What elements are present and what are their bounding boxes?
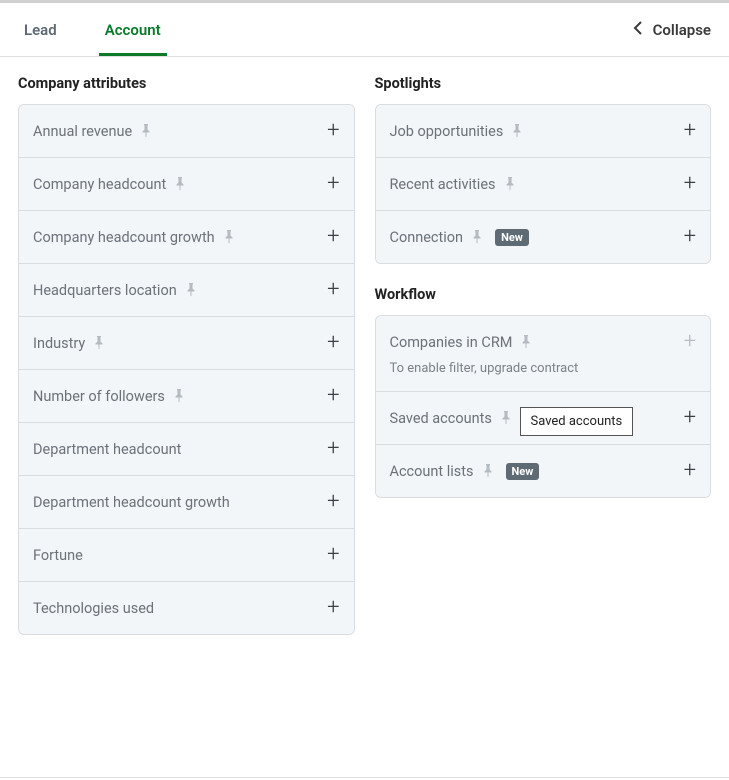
filter-label: Department headcount <box>33 441 181 458</box>
filter-label: Number of followers <box>33 388 165 405</box>
filter-label: Saved accounts <box>390 410 492 427</box>
header: Lead Account Collapse <box>0 3 729 57</box>
pin-icon <box>504 177 516 191</box>
filter-row[interactable]: Job opportunities + <box>376 105 711 158</box>
plus-icon[interactable]: + <box>327 491 339 513</box>
left-column: Company attributes Annual revenue+Compan… <box>18 75 355 635</box>
filter-label: Department headcount growth <box>33 494 230 511</box>
plus-icon: + <box>684 331 696 353</box>
pin-icon <box>520 335 532 349</box>
filter-label: Technologies used <box>33 600 154 617</box>
plus-icon[interactable]: + <box>327 597 339 619</box>
filter-row-left: Department headcount growth <box>33 494 230 511</box>
filter-row[interactable]: Number of followers + <box>19 370 354 423</box>
filter-row[interactable]: Recent activities + <box>376 158 711 211</box>
filter-row[interactable]: Companies in CRM + To enable filter, upgra… <box>376 316 711 392</box>
filter-row-left: Technologies used <box>33 600 154 617</box>
filter-row-left: Company headcount <box>33 176 186 193</box>
pin-icon <box>223 230 235 244</box>
plus-icon[interactable]: + <box>684 407 696 429</box>
filter-label: Account lists <box>390 463 474 480</box>
pin-icon <box>93 336 105 350</box>
pin-icon <box>173 389 185 403</box>
group-company-attributes: Annual revenue+Company headcount+Company… <box>18 104 355 635</box>
collapse-label: Collapse <box>653 21 711 39</box>
new-badge: New <box>495 229 529 246</box>
pin-icon <box>500 411 512 425</box>
pin-icon <box>140 124 152 138</box>
plus-icon[interactable]: + <box>684 120 696 142</box>
section-title-spotlights: Spotlights <box>375 75 712 92</box>
filter-label: Company headcount growth <box>33 229 215 246</box>
pin-icon <box>185 283 197 297</box>
plus-icon[interactable]: + <box>327 173 339 195</box>
filter-row[interactable]: Fortune + <box>19 529 354 582</box>
group-workflow: Companies in CRM + To enable filter, upgra… <box>375 315 712 498</box>
tabs: Lead Account <box>18 3 167 56</box>
filter-row[interactable]: Technologies used + <box>19 582 354 634</box>
filter-label: Companies in CRM <box>390 334 513 351</box>
filter-row-left: Annual revenue <box>33 123 152 140</box>
filter-row-left: Connection New <box>390 229 529 246</box>
chevron-left-icon <box>633 21 643 39</box>
filter-label: Company headcount <box>33 176 166 193</box>
collapse-button[interactable]: Collapse <box>633 3 711 53</box>
filter-row[interactable]: Saved accountsSaved accounts+ <box>376 392 711 445</box>
pin-icon <box>174 177 186 191</box>
filter-label: Connection <box>390 229 464 246</box>
filter-row-left: Headquarters location <box>33 282 197 299</box>
tab-lead[interactable]: Lead <box>18 3 63 56</box>
content: Company attributes Annual revenue+Compan… <box>0 57 729 635</box>
filter-label: Headquarters location <box>33 282 177 299</box>
filter-label: Annual revenue <box>33 123 132 140</box>
filter-label: Fortune <box>33 547 83 564</box>
filter-row-left: Company headcount growth <box>33 229 235 246</box>
filter-row[interactable]: Connection New + <box>376 211 711 263</box>
pin-icon <box>511 124 523 138</box>
filter-row-left: Recent activities <box>390 176 516 193</box>
filter-row[interactable]: Account lists New + <box>376 445 711 497</box>
filter-label: Job opportunities <box>390 123 504 140</box>
filter-row-left: Companies in CRM <box>390 334 533 351</box>
filter-label: Industry <box>33 335 85 352</box>
filter-row-left: Number of followers <box>33 388 185 405</box>
plus-icon[interactable]: + <box>327 385 339 407</box>
group-spotlights: Job opportunities+Recent activities+Conn… <box>375 104 712 264</box>
filter-row-left: Industry <box>33 335 105 352</box>
footer-divider <box>0 777 729 778</box>
filter-row[interactable]: Company headcount + <box>19 158 354 211</box>
plus-icon[interactable]: + <box>684 460 696 482</box>
section-title-workflow: Workflow <box>375 286 712 303</box>
tooltip: Saved accounts <box>520 407 634 436</box>
filter-row[interactable]: Industry + <box>19 317 354 370</box>
plus-icon[interactable]: + <box>327 120 339 142</box>
filter-label: Recent activities <box>390 176 496 193</box>
filter-row-left: Job opportunities <box>390 123 524 140</box>
new-badge: New <box>506 463 540 480</box>
filter-row[interactable]: Headquarters location + <box>19 264 354 317</box>
section-title-company-attributes: Company attributes <box>18 75 355 92</box>
pin-icon <box>471 230 483 244</box>
plus-icon[interactable]: + <box>327 279 339 301</box>
plus-icon[interactable]: + <box>327 544 339 566</box>
filter-row[interactable]: Company headcount growth + <box>19 211 354 264</box>
plus-icon[interactable]: + <box>327 226 339 248</box>
filter-row[interactable]: Annual revenue + <box>19 105 354 158</box>
filter-subtext: To enable filter, upgrade contract <box>390 361 697 376</box>
plus-icon[interactable]: + <box>327 332 339 354</box>
filter-row[interactable]: Department headcount + <box>19 423 354 476</box>
pin-icon <box>482 464 494 478</box>
plus-icon[interactable]: + <box>327 438 339 460</box>
filter-row-left: Fortune <box>33 547 83 564</box>
plus-icon[interactable]: + <box>684 226 696 248</box>
filter-row-left: Saved accountsSaved accounts <box>390 410 512 427</box>
tab-account[interactable]: Account <box>99 3 167 56</box>
filter-row-top: Companies in CRM + <box>390 331 697 353</box>
filter-row-left: Department headcount <box>33 441 181 458</box>
filter-row[interactable]: Department headcount growth + <box>19 476 354 529</box>
right-column: Spotlights Job opportunities+Recent acti… <box>375 75 712 635</box>
filter-row-left: Account lists New <box>390 463 540 480</box>
plus-icon[interactable]: + <box>684 173 696 195</box>
